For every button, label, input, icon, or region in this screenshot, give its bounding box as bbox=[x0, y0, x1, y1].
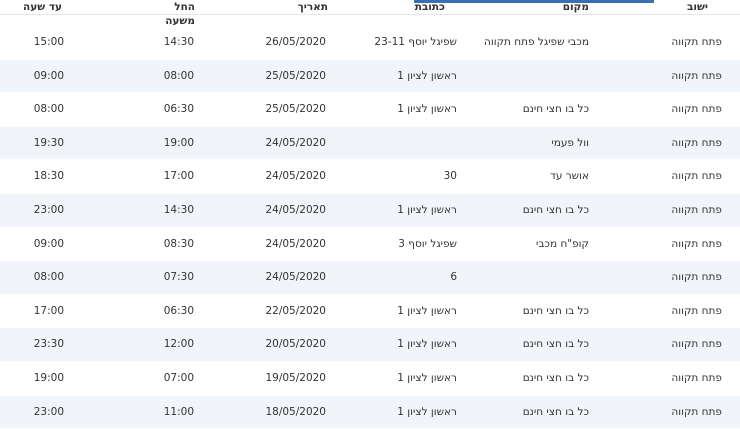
cell-to-time: 08:00 bbox=[33, 271, 64, 284]
cell-place: וול פעמי bbox=[551, 136, 589, 149]
cell-place bbox=[476, 60, 589, 93]
cell-settlement: פתח תקווה bbox=[671, 304, 722, 317]
cell-to-time: 15:00 bbox=[33, 36, 64, 48]
cell-place: כל בו חצי חינם bbox=[522, 371, 589, 384]
cell-address bbox=[350, 127, 457, 160]
header-place[interactable]: מקום bbox=[476, 0, 589, 14]
table-row[interactable]: פתח תקווה כל בו חצי חינם ראשון לציון 1 19/0… bbox=[0, 361, 740, 396]
table-body: פתח תקווה מכבי שפיגל פתח תקווה שפיגל יוסף … bbox=[0, 26, 740, 429]
cell-date: 24/05/2020 bbox=[265, 136, 326, 149]
cell-settlement: פתח תקווה bbox=[671, 103, 722, 116]
table-row[interactable]: פתח תקווה מכבי שפיגל פתח תקווה שפיגל יוסף … bbox=[0, 26, 740, 60]
cell-to-time: 19:30 bbox=[33, 136, 64, 149]
cell-date: 20/05/2020 bbox=[265, 338, 326, 351]
table-header: ישוב מקום כתובת תאריך החל משעה עד שעה bbox=[0, 0, 740, 27]
cell-place: כל בו חצי חינם bbox=[522, 338, 589, 351]
cell-settlement: פתח תקווה bbox=[671, 237, 722, 250]
cell-from-time: 07:00 bbox=[163, 371, 194, 384]
table-row[interactable]: פתח תקווה כל בו חצי חינם ראשון לציון 1 22/0… bbox=[0, 294, 740, 329]
cell-address: שפיגל יוסף 3 bbox=[398, 237, 457, 250]
cell-from-time: 08:30 bbox=[163, 237, 194, 250]
cell-date: 24/05/2020 bbox=[265, 237, 326, 250]
cell-address: 6 bbox=[450, 271, 457, 284]
cell-settlement: פתח תקווה bbox=[671, 338, 722, 351]
cell-from-time: 08:00 bbox=[163, 69, 194, 82]
cell-place: כל בו חצי חינם bbox=[522, 304, 589, 317]
table-row[interactable]: פתח תקווה ראשון לציון 1 25/05/2020 08:00 09:… bbox=[0, 59, 740, 94]
table-row[interactable]: פתח תקווה וול פעמי 24/05/2020 19:00 19:30 bbox=[0, 126, 740, 161]
cell-date: 26/05/2020 bbox=[265, 36, 326, 48]
table-row[interactable]: פתח תקווה כל בו חצי חינם ראשון לציון 1 20/0… bbox=[0, 328, 740, 362]
cell-date: 22/05/2020 bbox=[265, 304, 326, 317]
cell-from-time: 11:00 bbox=[163, 405, 194, 418]
header-divider bbox=[0, 14, 740, 15]
header-to-time[interactable]: עד שעה bbox=[20, 0, 62, 14]
table-row[interactable]: פתח תקווה 6 24/05/2020 07:30 08:00 bbox=[0, 261, 740, 295]
cell-from-time: 06:30 bbox=[163, 304, 194, 317]
locations-table: ישוב מקום כתובת תאריך החל משעה עד שעה פת… bbox=[0, 0, 740, 429]
cell-place: כל בו חצי חינם bbox=[522, 405, 589, 418]
cell-to-time: 09:00 bbox=[33, 237, 64, 250]
cell-address: ראשון לציון 1 bbox=[397, 69, 457, 82]
table-row[interactable]: פתח תקווה כל בו חצי חינם ראשון לציון 1 25/0… bbox=[0, 93, 740, 127]
cell-to-time: 19:00 bbox=[33, 371, 64, 384]
cell-from-time: 14:30 bbox=[163, 203, 194, 216]
cell-place bbox=[476, 261, 589, 294]
cell-to-time: 17:00 bbox=[33, 304, 64, 317]
cell-date: 18/05/2020 bbox=[265, 405, 326, 418]
header-from-time[interactable]: החל משעה bbox=[150, 0, 195, 27]
cell-place: קופ"ח מכבי bbox=[536, 237, 589, 250]
cell-date: 25/05/2020 bbox=[265, 69, 326, 82]
cell-settlement: פתח תקווה bbox=[671, 405, 722, 418]
cell-to-time: 23:00 bbox=[33, 405, 64, 418]
cell-settlement: פתח תקווה bbox=[671, 36, 722, 48]
cell-place: כל בו חצי חינם bbox=[522, 203, 589, 216]
cell-address: 30 bbox=[443, 170, 457, 183]
cell-to-time: 23:30 bbox=[33, 338, 64, 351]
cell-address: שפיגל יוסף 23-11 bbox=[374, 36, 457, 48]
cell-from-time: 14:30 bbox=[163, 36, 194, 48]
cell-settlement: פתח תקווה bbox=[671, 136, 722, 149]
table-row[interactable]: פתח תקווה קופ"ח מכבי שפיגל יוסף 3 24/05/202… bbox=[0, 227, 740, 262]
cell-to-time: 23:00 bbox=[33, 203, 64, 216]
header-address[interactable]: כתובת bbox=[350, 0, 445, 14]
cell-address: ראשון לציון 1 bbox=[397, 371, 457, 384]
cell-date: 24/05/2020 bbox=[265, 271, 326, 284]
cell-settlement: פתח תקווה bbox=[671, 69, 722, 82]
table-row[interactable]: פתח תקווה כל בו חצי חינם ראשון לציון 1 24/0… bbox=[0, 193, 740, 228]
cell-from-time: 06:30 bbox=[163, 103, 194, 116]
cell-address: ראשון לציון 1 bbox=[397, 103, 457, 116]
cell-settlement: פתח תקווה bbox=[671, 170, 722, 183]
cell-place: אושר עד bbox=[550, 170, 589, 183]
cell-place: כל בו חצי חינם bbox=[522, 103, 589, 116]
cell-date: 24/05/2020 bbox=[265, 170, 326, 183]
cell-to-time: 08:00 bbox=[33, 103, 64, 116]
table-row[interactable]: פתח תקווה אושר עד 30 24/05/2020 17:00 18:30 bbox=[0, 160, 740, 194]
cell-address: ראשון לציון 1 bbox=[397, 405, 457, 418]
cell-address: ראשון לציון 1 bbox=[397, 203, 457, 216]
cell-from-time: 17:00 bbox=[163, 170, 194, 183]
cell-from-time: 19:00 bbox=[163, 136, 194, 149]
cell-settlement: פתח תקווה bbox=[671, 371, 722, 384]
cell-address: ראשון לציון 1 bbox=[397, 338, 457, 351]
cell-date: 19/05/2020 bbox=[265, 371, 326, 384]
cell-place: מכבי שפיגל פתח תקווה bbox=[483, 36, 589, 48]
cell-date: 25/05/2020 bbox=[265, 103, 326, 116]
cell-address: ראשון לציון 1 bbox=[397, 304, 457, 317]
cell-settlement: פתח תקווה bbox=[671, 203, 722, 216]
cell-settlement: פתח תקווה bbox=[671, 271, 722, 284]
cell-from-time: 12:00 bbox=[163, 338, 194, 351]
table-row[interactable]: פתח תקווה כל בו חצי חינם ראשון לציון 1 18/0… bbox=[0, 395, 740, 429]
cell-to-time: 09:00 bbox=[33, 69, 64, 82]
cell-to-time: 18:30 bbox=[33, 170, 64, 183]
cell-date: 24/05/2020 bbox=[265, 203, 326, 216]
header-date[interactable]: תאריך bbox=[240, 0, 328, 14]
header-settlement[interactable]: ישוב bbox=[655, 0, 708, 14]
cell-from-time: 07:30 bbox=[163, 271, 194, 284]
